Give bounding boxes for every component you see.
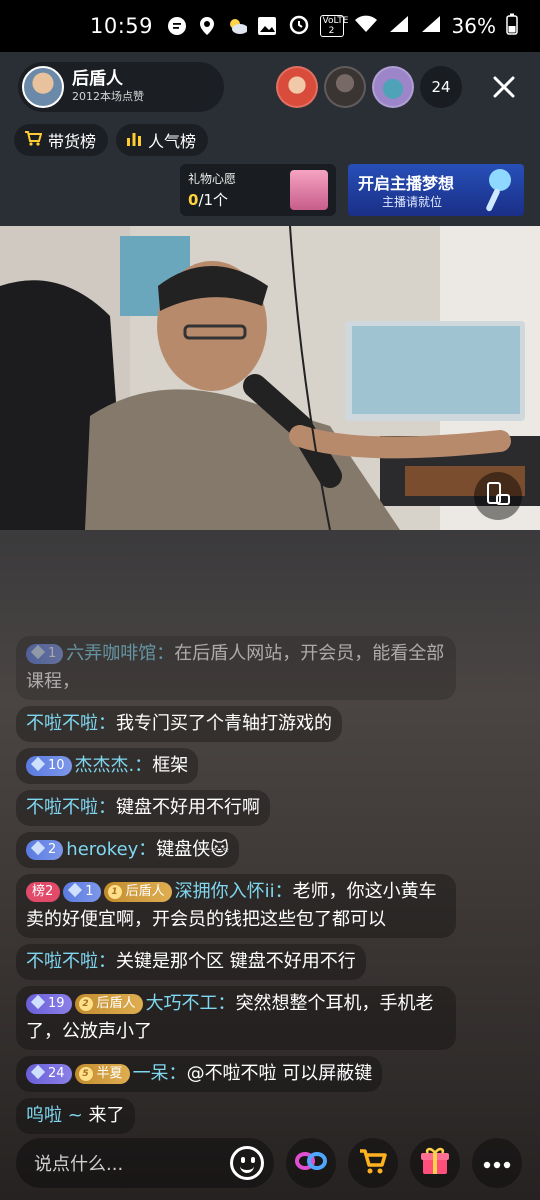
anchor-likes: 2012本场点赞	[72, 90, 144, 103]
chat-message[interactable]: 榜2 1 1 后盾人 深拥你入怀ii：老师，你这小黄车卖的好便宜啊，开会员的钱把这些包了…	[16, 874, 456, 938]
rank-pills: 带货榜 人气榜	[14, 124, 209, 156]
gift-wish-card[interactable]: 礼物心愿 0/1个	[180, 164, 336, 216]
shopping-cart-button[interactable]	[348, 1138, 398, 1188]
diamond-icon	[30, 756, 46, 772]
alarm-icon	[288, 13, 310, 40]
level-badge: 1	[63, 882, 101, 902]
chat-message[interactable]: 呜啦 ~ 来了	[16, 1098, 135, 1134]
bar-chart-icon	[126, 130, 142, 150]
bottom-toolbar: 说点什么...	[0, 1136, 540, 1192]
chat-message[interactable]: 19 2 后盾人 大巧不工：突然想整个耳机，手机老了，公放声小了	[16, 986, 456, 1050]
chat-text: 键盘侠🐱	[156, 839, 230, 860]
diamond-icon	[30, 644, 46, 660]
viewer-avatar[interactable]	[276, 66, 318, 108]
gift-icon	[420, 1146, 450, 1180]
chat-username[interactable]: herokey：	[66, 839, 156, 860]
viewer-list[interactable]: 24	[276, 66, 462, 108]
chat-username[interactable]: 不啦不啦：	[26, 713, 116, 734]
chat-message[interactable]: 2 herokey：键盘侠🐱	[16, 832, 240, 868]
close-icon	[493, 71, 515, 106]
shopping-cart-icon	[358, 1147, 388, 1179]
video-frame	[0, 226, 540, 530]
chat-username[interactable]: 呜啦 ~	[26, 1105, 89, 1126]
live-video[interactable]	[0, 226, 540, 530]
chat-text: 框架	[152, 755, 189, 776]
link-button[interactable]	[286, 1138, 336, 1188]
level-badge: 24	[26, 1064, 72, 1084]
gift-carousel-icon	[290, 170, 328, 210]
chat-username[interactable]: 大巧不工：	[146, 993, 236, 1014]
chat-text: 来了	[88, 1105, 125, 1126]
microphone-icon	[476, 166, 516, 216]
level-badge: 2	[26, 840, 64, 860]
chat-username[interactable]: 杰杰杰.：	[75, 755, 153, 776]
sales-rank-label: 带货榜	[48, 132, 97, 151]
diamond-icon	[30, 840, 46, 856]
banner-title: 开启主播梦想	[358, 174, 455, 193]
chat-username[interactable]: 六弄咖啡馆：	[66, 643, 174, 664]
anchor-card[interactable]: 后盾人 2012本场点赞	[18, 62, 224, 112]
chat-username[interactable]: 不啦不啦：	[26, 951, 116, 972]
chat-message[interactable]: 24 5 半夏 一呆：@不啦不啦 可以屏蔽键	[16, 1056, 383, 1092]
banner-subtitle: 主播请就位	[382, 195, 443, 209]
level-badge: 10	[26, 756, 72, 776]
wifi-icon	[354, 14, 378, 39]
chat-message[interactable]: 不啦不啦：键盘不好用不行啊	[16, 790, 270, 826]
gem-icon	[30, 1064, 46, 1080]
orientation-switch-button[interactable]	[474, 472, 522, 520]
chat-list[interactable]: 1 六弄咖啡馆：在后盾人网站，开会员，能看全部课程， 不啦不啦：我专门买了个青轴打…	[16, 636, 456, 1140]
fan-badge: 1 后盾人	[103, 882, 172, 902]
chat-text: 我专门买了个青轴打游戏的	[116, 713, 332, 734]
message-icon	[167, 16, 187, 36]
chat-username[interactable]: 深拥你入怀ii：	[175, 881, 293, 902]
rank-badge: 榜2	[26, 882, 61, 902]
diamond-icon	[68, 882, 83, 898]
weather-icon	[227, 16, 248, 36]
anchor-name: 后盾人	[72, 69, 123, 89]
viewer-count[interactable]: 24	[420, 66, 462, 108]
anchor-avatar[interactable]	[22, 66, 64, 108]
status-time: 10:59	[90, 14, 154, 38]
fan-badge: 2 后盾人	[74, 994, 143, 1014]
signal-4g-icon	[420, 14, 442, 39]
emoji-icon[interactable]	[230, 1146, 264, 1180]
fan-badge: 5 半夏	[74, 1064, 130, 1084]
more-button[interactable]	[472, 1138, 522, 1188]
link-icon	[294, 1149, 328, 1177]
phone-rotate-icon	[485, 481, 511, 511]
chat-message[interactable]: 不啦不啦：关键是那个区 键盘不好用不行	[16, 944, 366, 980]
volte-icon: VoLTE 2	[319, 15, 348, 37]
status-bar: 10:59 VoLTE 2 36%	[0, 0, 540, 52]
sales-rank-button[interactable]: 带货榜	[14, 124, 109, 156]
level-badge: 19	[26, 994, 72, 1014]
close-button[interactable]	[486, 70, 522, 106]
gallery-icon	[257, 16, 277, 36]
popularity-rank-button[interactable]: 人气榜	[116, 124, 209, 156]
chat-message[interactable]: 不啦不啦：我专门买了个青轴打游戏的	[16, 706, 342, 742]
chat-text: 关键是那个区 键盘不好用不行	[116, 951, 356, 972]
viewer-avatar[interactable]	[324, 66, 366, 108]
battery-percent: 36%	[451, 14, 496, 38]
comment-input[interactable]: 说点什么...	[16, 1138, 274, 1188]
chat-username[interactable]: 不啦不啦：	[26, 797, 116, 818]
more-icon	[483, 1154, 511, 1173]
cart-icon	[24, 130, 43, 150]
popularity-rank-label: 人气榜	[148, 132, 197, 151]
chat-text: @不啦不啦 可以屏蔽键	[186, 1063, 373, 1084]
chat-username[interactable]: 一呆：	[133, 1063, 187, 1084]
signal-5g-icon	[388, 14, 410, 39]
gift-button[interactable]	[410, 1138, 460, 1188]
chat-message[interactable]: 10 杰杰杰.：框架	[16, 748, 199, 784]
level-badge: 1	[26, 644, 64, 664]
crown-icon	[30, 994, 46, 1010]
location-icon	[197, 16, 217, 36]
comment-placeholder: 说点什么...	[34, 1154, 124, 1175]
viewer-avatar[interactable]	[372, 66, 414, 108]
battery-icon	[506, 13, 518, 40]
chat-message[interactable]: 1 六弄咖啡馆：在后盾人网站，开会员，能看全部课程，	[16, 636, 456, 700]
anchor-dream-banner[interactable]: 开启主播梦想 主播请就位	[348, 164, 524, 216]
live-header: 后盾人 2012本场点赞 24	[18, 62, 522, 114]
chat-text: 键盘不好用不行啊	[116, 797, 260, 818]
